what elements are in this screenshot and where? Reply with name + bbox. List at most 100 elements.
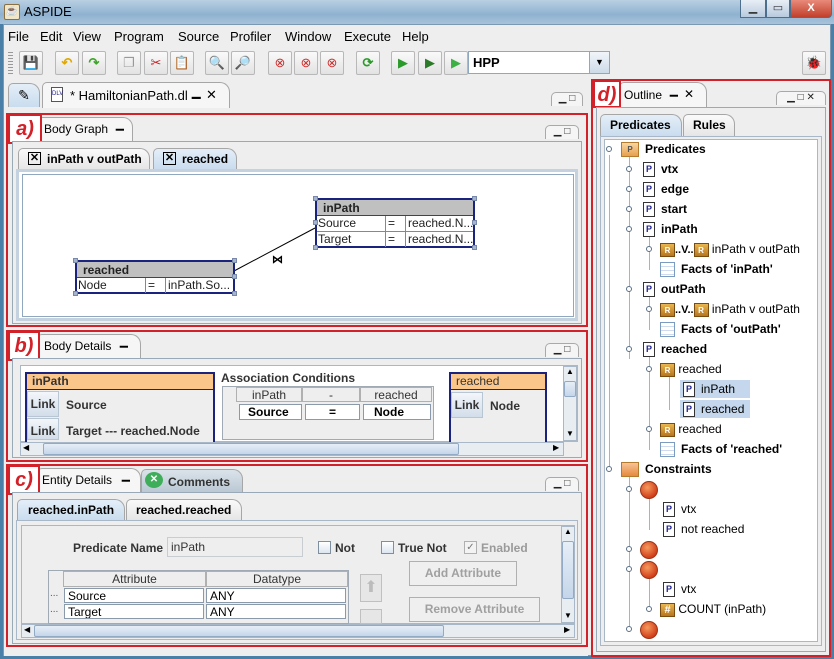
- tree-node-edge[interactable]: Pedge: [643, 180, 689, 198]
- resize-handle[interactable]: [73, 258, 78, 263]
- tree-node-constraint[interactable]: [640, 560, 658, 579]
- entity-subtab-reached-reached[interactable]: reached.reached: [126, 499, 242, 520]
- remove-attribute-button[interactable]: Remove Attribute: [409, 597, 540, 622]
- close-icon[interactable]: ✕: [684, 87, 694, 101]
- tree-expander[interactable]: [626, 226, 632, 232]
- tree-expander[interactable]: [646, 306, 652, 312]
- body-details-vscroll[interactable]: ▲ ▼: [563, 366, 577, 441]
- outline-tab-predicates[interactable]: Predicates: [600, 114, 682, 136]
- outline-tab-rules[interactable]: Rules: [683, 114, 735, 136]
- tree-node-constraint[interactable]: [640, 620, 658, 639]
- tree-expander[interactable]: [626, 206, 632, 212]
- scroll-down-icon[interactable]: ▼: [566, 429, 574, 438]
- graph-node-inpath[interactable]: inPath Source = reached.N... Target = reache…: [315, 198, 475, 248]
- tree-node-literal[interactable]: Pvtx: [663, 500, 696, 518]
- tree-expander[interactable]: [626, 186, 632, 192]
- resize-handle[interactable]: [313, 220, 318, 225]
- maximize-icon[interactable]: □: [798, 92, 804, 103]
- tree-node-selected[interactable]: Preached: [680, 400, 750, 418]
- resize-handle[interactable]: [472, 196, 477, 201]
- entity-vscroll[interactable]: ▲ ▼: [561, 526, 575, 623]
- tree-node-outpath[interactable]: PoutPath: [643, 280, 706, 298]
- minimize-icon[interactable]: ▁: [554, 344, 562, 355]
- scroll-left-icon[interactable]: ◀: [23, 443, 29, 452]
- tree-node-aggregate[interactable]: # COUNT (inPath): [660, 600, 766, 618]
- body-details-hscroll[interactable]: ◀ ▶: [20, 442, 564, 456]
- resize-handle[interactable]: [73, 291, 78, 296]
- assoc-cell[interactable]: Source: [239, 404, 302, 420]
- tree-node-facts[interactable]: Facts of 'reached': [660, 440, 782, 458]
- tree-node-constraint[interactable]: [640, 540, 658, 559]
- minimize-icon[interactable]: ▁: [122, 471, 130, 482]
- link-button[interactable]: Link: [27, 418, 59, 440]
- tree-expander[interactable]: [626, 626, 632, 632]
- resize-handle[interactable]: [232, 291, 237, 296]
- entity-details-tab[interactable]: Entity Details ▁: [37, 468, 141, 492]
- attr-cell[interactable]: Source: [64, 588, 204, 603]
- entity-details-minmax[interactable]: ▁ □: [545, 477, 579, 491]
- tree-node-literal[interactable]: Pvtx: [663, 580, 696, 598]
- outline-minmax-close[interactable]: ▁ □ ✕: [776, 91, 826, 105]
- scroll-right-icon[interactable]: ▶: [564, 625, 570, 634]
- scroll-right-icon[interactable]: ▶: [553, 443, 559, 452]
- tree-node-facts[interactable]: Facts of 'outPath': [660, 320, 781, 338]
- tree-node-inpath[interactable]: PinPath: [643, 220, 698, 238]
- resize-handle[interactable]: [232, 274, 237, 279]
- body-details-tab[interactable]: Body Details ▁: [37, 334, 141, 358]
- minimize-icon[interactable]: ▁: [120, 337, 128, 348]
- entity-hscroll[interactable]: ◀ ▶: [21, 624, 575, 638]
- scroll-thumb[interactable]: [564, 381, 576, 397]
- tree-node-rule[interactable]: R ..V.. R inPath v outPath: [660, 300, 800, 318]
- outline-tab[interactable]: Outline ▁ ✕: [619, 82, 707, 108]
- minimize-icon[interactable]: ▁: [670, 86, 678, 97]
- tree-node-facts[interactable]: Facts of 'inPath': [660, 260, 773, 278]
- tree-node-vtx[interactable]: Pvtx: [643, 160, 678, 178]
- row-handle[interactable]: ...: [50, 604, 58, 615]
- resize-handle[interactable]: [472, 220, 477, 225]
- close-icon[interactable]: ✕: [806, 92, 814, 103]
- scroll-down-icon[interactable]: ▼: [564, 611, 572, 620]
- body-details-minmax[interactable]: ▁ □: [545, 343, 579, 357]
- enabled-checkbox[interactable]: ✓: [464, 541, 477, 554]
- resize-handle[interactable]: [313, 196, 318, 201]
- tree-expander[interactable]: [626, 286, 632, 292]
- tree-node-constraint[interactable]: [640, 480, 658, 499]
- scroll-up-icon[interactable]: ▲: [564, 527, 572, 536]
- add-attribute-button[interactable]: Add Attribute: [409, 561, 517, 586]
- link-button[interactable]: Link: [27, 391, 59, 417]
- scroll-up-icon[interactable]: ▲: [566, 367, 574, 376]
- tree-expander[interactable]: [646, 606, 652, 612]
- tree-expander[interactable]: [646, 366, 652, 372]
- maximize-icon[interactable]: □: [564, 344, 570, 355]
- maximize-icon[interactable]: □: [564, 478, 570, 489]
- tree-node-literal[interactable]: Pnot reached: [663, 520, 744, 538]
- tree-node-rule[interactable]: R reached: [660, 360, 722, 378]
- tree-node-start[interactable]: Pstart: [643, 200, 687, 218]
- attr-cell[interactable]: Target: [64, 604, 204, 619]
- true-not-checkbox[interactable]: [381, 541, 394, 554]
- tree-node-rule[interactable]: R ..V.. R inPath v outPath: [660, 240, 800, 258]
- predicate-name-field[interactable]: inPath: [167, 537, 303, 557]
- entity-subtab-reached-inpath[interactable]: reached.inPath: [17, 499, 125, 520]
- tree-expander[interactable]: [626, 486, 632, 492]
- tree-expander[interactable]: [626, 346, 632, 352]
- scroll-thumb[interactable]: [43, 443, 459, 455]
- tree-node-predicates[interactable]: P Predicates: [621, 140, 706, 158]
- link-button[interactable]: Link: [451, 392, 483, 418]
- tree-node-reached[interactable]: Preached: [643, 340, 707, 358]
- scroll-thumb[interactable]: [34, 625, 444, 637]
- not-checkbox[interactable]: [318, 541, 331, 554]
- resize-handle[interactable]: [472, 245, 477, 250]
- tree-expander[interactable]: [626, 166, 632, 172]
- tree-node-constraints[interactable]: Constraints: [621, 460, 712, 478]
- comments-tab[interactable]: ✕ Comments: [141, 469, 243, 493]
- tree-node-rule[interactable]: R reached: [660, 420, 722, 438]
- datatype-cell[interactable]: ANY: [206, 588, 346, 603]
- row-handle[interactable]: ...: [50, 588, 58, 599]
- datatype-cell[interactable]: ANY: [206, 604, 346, 619]
- minimize-icon[interactable]: ▁: [787, 92, 795, 103]
- tree-expander[interactable]: [606, 146, 612, 152]
- scroll-thumb[interactable]: [562, 541, 574, 599]
- move-up-button[interactable]: ⬆: [360, 574, 382, 602]
- tree-expander[interactable]: [606, 466, 612, 472]
